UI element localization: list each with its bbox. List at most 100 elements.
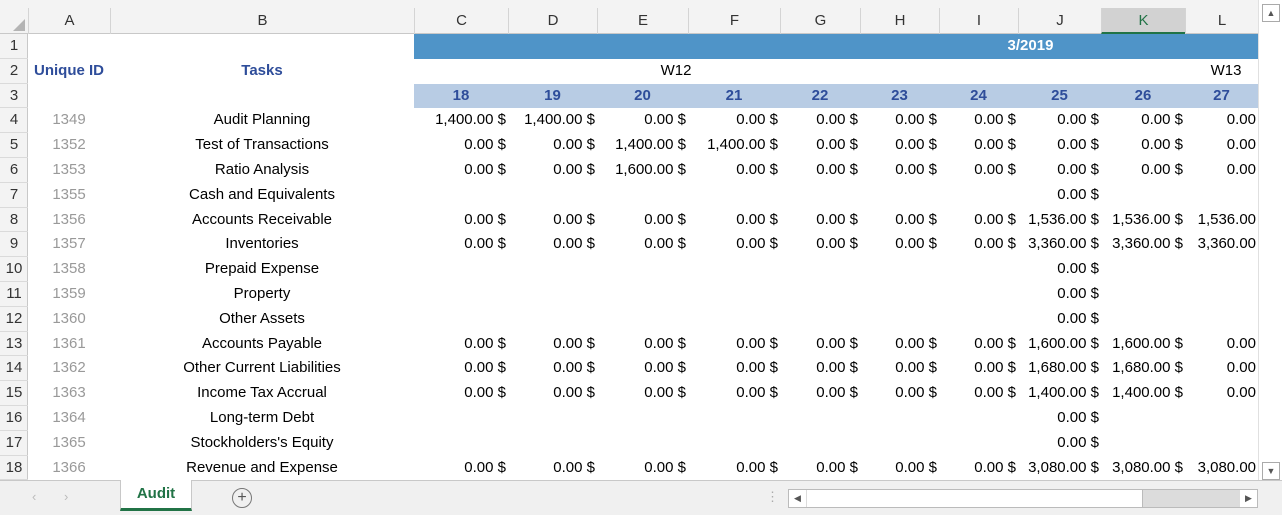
- task-cell[interactable]: Test of Transactions: [110, 133, 414, 158]
- amount-cell[interactable]: 0.00 $: [508, 381, 597, 406]
- amount-cell[interactable]: 0.00 $: [1018, 158, 1101, 183]
- task-cell[interactable]: Stockholders's Equity: [110, 431, 414, 456]
- week-label[interactable]: W13: [1196, 59, 1256, 84]
- column-header-d[interactable]: D: [508, 8, 597, 34]
- row-header[interactable]: 1: [0, 34, 28, 59]
- amount-cell[interactable]: 1,400.00 $: [1101, 381, 1185, 406]
- task-cell[interactable]: Audit Planning: [110, 108, 414, 133]
- task-cell[interactable]: Other Assets: [110, 307, 414, 332]
- column-header-e[interactable]: E: [597, 8, 688, 34]
- row-header[interactable]: 15: [0, 381, 28, 406]
- day-header[interactable]: 26: [1101, 84, 1185, 109]
- amount-cell[interactable]: 0.00 $: [508, 208, 597, 233]
- day-header[interactable]: 20: [597, 84, 688, 109]
- amount-cell[interactable]: 0.00 $: [780, 456, 860, 480]
- amount-cell[interactable]: 0.00 $: [939, 356, 1018, 381]
- row-header[interactable]: 12: [0, 307, 28, 332]
- unique-id-cell[interactable]: 1360: [28, 307, 110, 332]
- amount-cell[interactable]: 0.00 $: [414, 158, 508, 183]
- prev-sheet-icon[interactable]: ‹: [32, 489, 36, 504]
- amount-cell[interactable]: 1,400.00 $: [414, 108, 508, 133]
- amount-cell[interactable]: 0.00 $: [597, 381, 688, 406]
- unique-id-cell[interactable]: 1358: [28, 257, 110, 282]
- day-header[interactable]: 23: [860, 84, 939, 109]
- amount-cell[interactable]: 0.00: [1185, 356, 1258, 381]
- amount-cell[interactable]: 3,080.00 $: [1101, 456, 1185, 480]
- row-header[interactable]: 7: [0, 183, 28, 208]
- amount-cell[interactable]: 1,536.00 $: [1018, 208, 1101, 233]
- unique-id-cell[interactable]: 1366: [28, 456, 110, 480]
- day-header[interactable]: 25: [1018, 84, 1101, 109]
- task-cell[interactable]: Ratio Analysis: [110, 158, 414, 183]
- horizontal-scrollbar[interactable]: ◀ ▶: [788, 489, 1258, 508]
- week-label[interactable]: W12: [646, 59, 706, 84]
- unique-id-cell[interactable]: 1352: [28, 133, 110, 158]
- unique-id-cell[interactable]: 1361: [28, 332, 110, 357]
- task-cell[interactable]: Property: [110, 282, 414, 307]
- column-header-f[interactable]: F: [688, 8, 780, 34]
- scroll-down-button[interactable]: ▼: [1262, 462, 1280, 480]
- column-header-l[interactable]: L: [1185, 8, 1258, 34]
- amount-cell[interactable]: 0.00 $: [1018, 431, 1101, 456]
- amount-cell[interactable]: 0.00 $: [1101, 158, 1185, 183]
- unique-id-cell[interactable]: 1359: [28, 282, 110, 307]
- amount-cell[interactable]: 0.00 $: [688, 381, 780, 406]
- amount-cell[interactable]: 0.00 $: [939, 158, 1018, 183]
- column-header-k[interactable]: K: [1101, 8, 1185, 34]
- amount-cell[interactable]: 0.00 $: [688, 208, 780, 233]
- amount-cell[interactable]: 0.00 $: [597, 356, 688, 381]
- amount-cell[interactable]: 0.00 $: [688, 332, 780, 357]
- row-header[interactable]: 5: [0, 133, 28, 158]
- amount-cell[interactable]: 0.00 $: [597, 232, 688, 257]
- column-header-b[interactable]: B: [110, 8, 414, 34]
- amount-cell[interactable]: 0.00 $: [860, 456, 939, 480]
- unique-id-cell[interactable]: 1349: [28, 108, 110, 133]
- amount-cell[interactable]: 3,080.00 $: [1018, 456, 1101, 480]
- row-header[interactable]: 18: [0, 456, 28, 481]
- add-sheet-button[interactable]: +: [232, 488, 252, 508]
- amount-cell[interactable]: 1,400.00 $: [688, 133, 780, 158]
- unique-id-cell[interactable]: 1365: [28, 431, 110, 456]
- amount-cell[interactable]: 0.00 $: [780, 133, 860, 158]
- row-header[interactable]: 13: [0, 332, 28, 357]
- unique-id-cell[interactable]: 1353: [28, 158, 110, 183]
- task-cell[interactable]: Accounts Payable: [110, 332, 414, 357]
- amount-cell[interactable]: 0.00 $: [860, 208, 939, 233]
- amount-cell[interactable]: 0.00 $: [597, 332, 688, 357]
- unique-id-cell[interactable]: 1362: [28, 356, 110, 381]
- amount-cell[interactable]: 1,400.00 $: [1018, 381, 1101, 406]
- amount-cell[interactable]: 0.00 $: [860, 133, 939, 158]
- task-cell[interactable]: Accounts Receivable: [110, 208, 414, 233]
- task-cell[interactable]: Inventories: [110, 232, 414, 257]
- amount-cell[interactable]: 0.00 $: [780, 356, 860, 381]
- row-header[interactable]: 2: [0, 59, 28, 84]
- amount-cell[interactable]: 0.00: [1185, 332, 1258, 357]
- amount-cell[interactable]: 0.00 $: [1101, 108, 1185, 133]
- row-header[interactable]: 6: [0, 158, 28, 183]
- day-header[interactable]: 27: [1185, 84, 1258, 109]
- amount-cell[interactable]: 0.00 $: [688, 108, 780, 133]
- amount-cell[interactable]: 0.00 $: [1018, 183, 1101, 208]
- amount-cell[interactable]: 0.00 $: [1018, 133, 1101, 158]
- amount-cell[interactable]: 0.00 $: [508, 133, 597, 158]
- select-all-button[interactable]: [0, 8, 28, 34]
- amount-cell[interactable]: 0.00 $: [508, 232, 597, 257]
- amount-cell[interactable]: 0.00 $: [780, 381, 860, 406]
- amount-cell[interactable]: 1,600.00 $: [597, 158, 688, 183]
- column-header-h[interactable]: H: [860, 8, 939, 34]
- row-header[interactable]: 16: [0, 406, 28, 431]
- amount-cell[interactable]: 0.00 $: [860, 332, 939, 357]
- row-header[interactable]: 8: [0, 208, 28, 233]
- amount-cell[interactable]: 3,360.00 $: [1018, 232, 1101, 257]
- amount-cell[interactable]: 3,360.00 $: [1101, 232, 1185, 257]
- amount-cell[interactable]: 0.00: [1185, 381, 1258, 406]
- amount-cell[interactable]: 0.00 $: [414, 332, 508, 357]
- amount-cell[interactable]: 0.00 $: [414, 356, 508, 381]
- amount-cell[interactable]: 0.00 $: [688, 356, 780, 381]
- amount-cell[interactable]: 0.00 $: [1018, 307, 1101, 332]
- amount-cell[interactable]: 0.00 $: [780, 108, 860, 133]
- amount-cell[interactable]: 0.00 $: [1018, 257, 1101, 282]
- amount-cell[interactable]: 1,600.00 $: [1101, 332, 1185, 357]
- unique-id-cell[interactable]: 1355: [28, 183, 110, 208]
- amount-cell[interactable]: 1,680.00 $: [1101, 356, 1185, 381]
